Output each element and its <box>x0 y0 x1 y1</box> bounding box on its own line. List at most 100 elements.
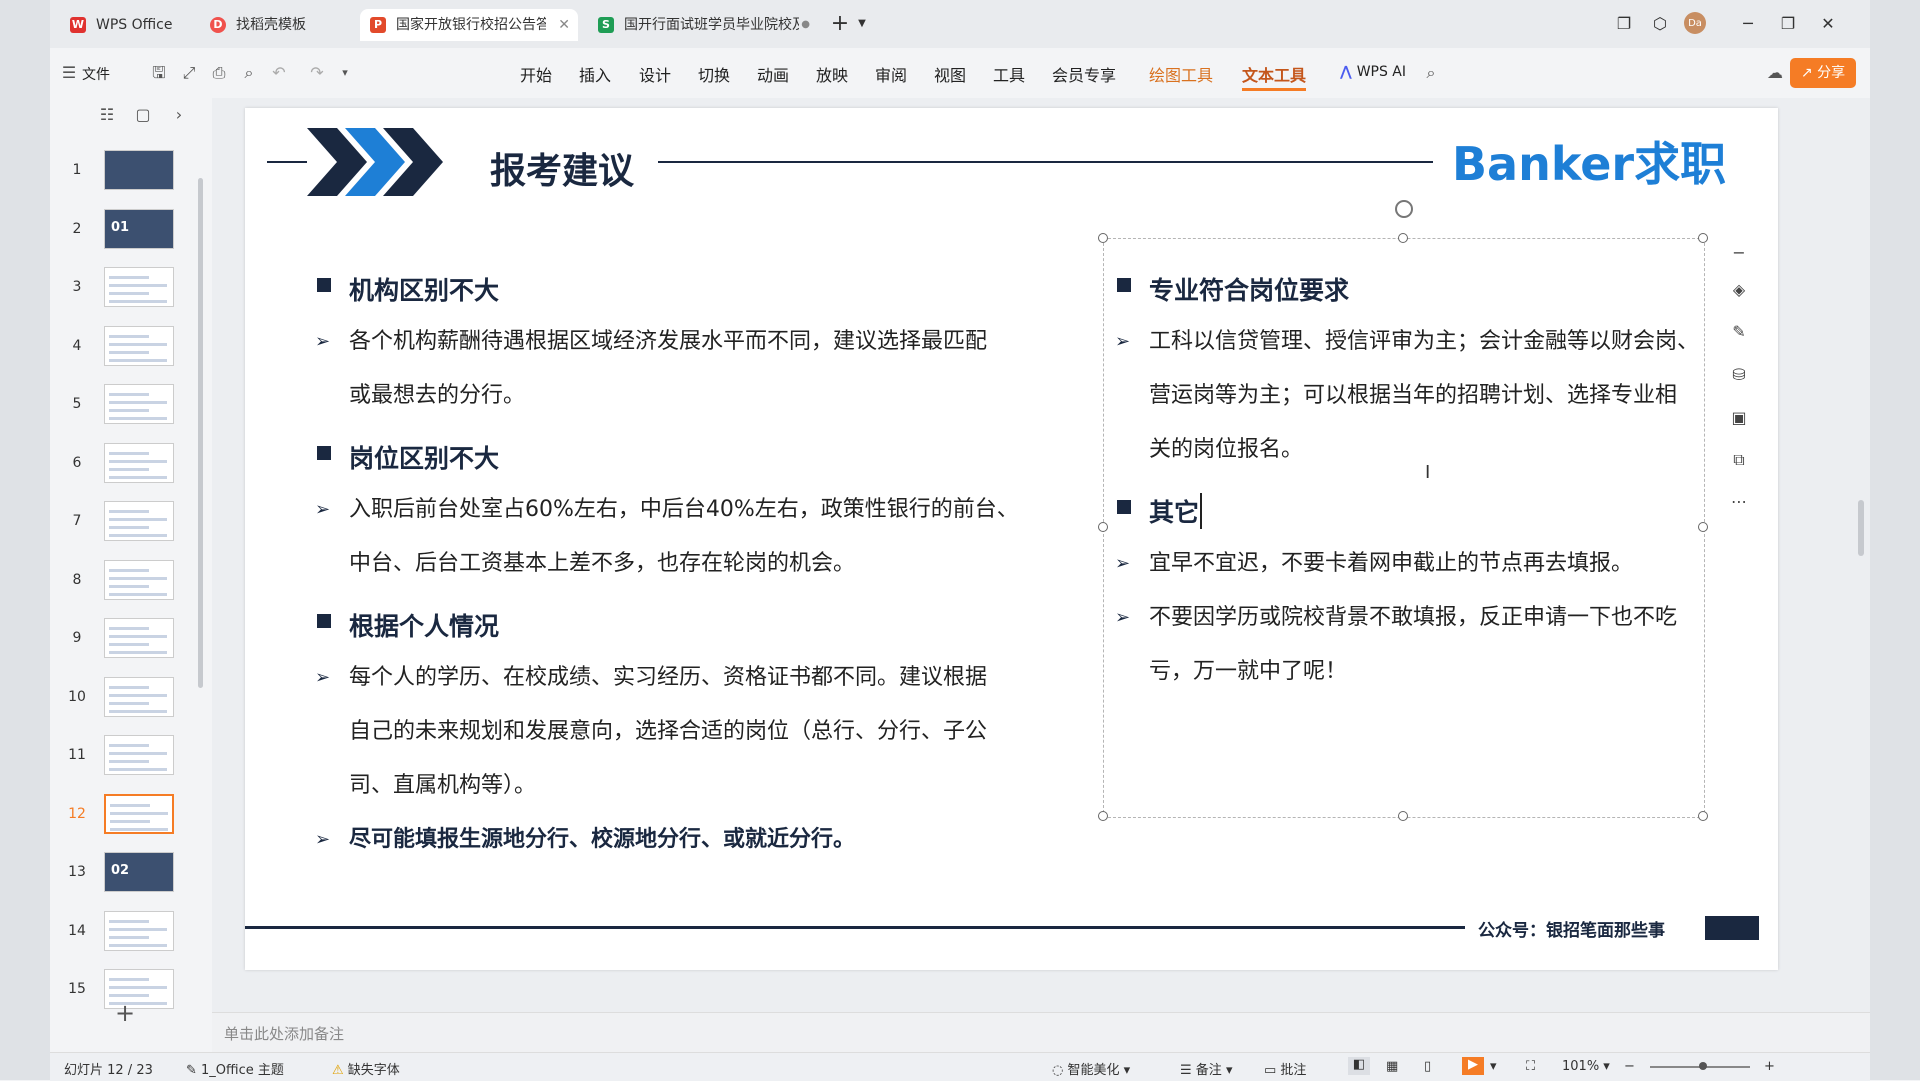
notes-toggle[interactable]: ☰ 备注 ▾ <box>1180 1059 1232 1078</box>
slide-thumbnail-row[interactable]: 7 <box>50 499 210 547</box>
slide-thumbnail-row[interactable]: 12 <box>50 792 210 840</box>
collapse-panel-chevron-icon[interactable]: › <box>168 104 190 126</box>
reading-view-icon[interactable]: ▯ <box>1424 1059 1431 1074</box>
cloud-sync-icon[interactable]: ☁ <box>1764 62 1786 84</box>
thumbnail-view-icon[interactable]: ▢ <box>132 104 154 126</box>
outline-view-icon[interactable]: ☷ <box>96 104 118 126</box>
slide-thumbnail[interactable] <box>104 618 174 658</box>
menu-view[interactable]: 视图 <box>934 62 966 86</box>
resize-handle[interactable] <box>1698 233 1708 243</box>
slide-thumbnail-row[interactable]: 13 02 <box>50 850 210 898</box>
slide-thumbnail[interactable] <box>104 501 174 541</box>
add-slide-icon[interactable]: + <box>114 1001 136 1025</box>
redo-icon[interactable]: ↷ <box>306 62 328 84</box>
slide-thumbnail[interactable] <box>104 267 174 307</box>
zoom-in-icon[interactable]: + <box>1764 1059 1775 1074</box>
slide-thumbnail-row[interactable]: 14 <box>50 909 210 957</box>
theme-indicator[interactable]: ✎ 1_Office 主题 <box>186 1059 284 1078</box>
play-slideshow-icon[interactable]: ▶ <box>1462 1057 1484 1075</box>
beautify-button[interactable]: ◌ 智能美化 ▾ <box>1052 1059 1130 1078</box>
close-tab-icon[interactable]: ✕ <box>558 9 570 41</box>
slide-thumbnail-row[interactable]: 8 <box>50 558 210 606</box>
menu-member[interactable]: 会员专享 <box>1052 62 1116 86</box>
slide-thumbnail[interactable] <box>104 910 174 951</box>
customize-chevron-icon[interactable]: ▾ <box>334 62 356 84</box>
slide-thumbnail[interactable] <box>104 735 174 775</box>
slide-thumbnail-row[interactable]: 1 <box>50 148 210 196</box>
resize-handle[interactable] <box>1698 811 1708 821</box>
slide-thumbnail[interactable] <box>104 676 174 717</box>
menu-text-tools[interactable]: 文本工具 <box>1242 62 1307 91</box>
menu-animation[interactable]: 动画 <box>757 62 789 86</box>
slide-thumbnail[interactable] <box>104 442 174 483</box>
more-icon[interactable]: ⋯ <box>1724 487 1754 517</box>
avatar[interactable]: Da <box>1684 12 1706 34</box>
pen-icon[interactable]: ✎ <box>1724 317 1754 347</box>
layers-icon[interactable]: ◈ <box>1724 275 1754 305</box>
window-layout-icon[interactable]: ❐ <box>1612 12 1636 36</box>
menu-review[interactable]: 审阅 <box>875 62 907 86</box>
missing-font-indicator[interactable]: ⚠ 缺失字体 <box>332 1059 400 1078</box>
print-icon[interactable]: ⎙ <box>208 62 230 84</box>
share-button[interactable]: ↗ 分享 <box>1790 58 1856 88</box>
slide-thumbnail-row[interactable]: 6 <box>50 441 210 489</box>
hamburger-menu-icon[interactable]: ☰ <box>58 62 80 84</box>
new-tab-icon[interactable]: + <box>828 12 852 36</box>
slide-thumbnail-row[interactable]: 5 <box>50 382 210 430</box>
tab-docer[interactable]: D 找稻壳模板 <box>200 9 350 41</box>
slide-thumbnail-row[interactable]: 10 <box>50 675 210 723</box>
slide-thumbnail-row[interactable]: 4 <box>50 324 210 372</box>
tab-list-chevron-icon[interactable]: ▼ <box>850 12 874 36</box>
thumbnail-scrollbar[interactable] <box>198 178 203 688</box>
tab-spreadsheet[interactable]: S 国开行面试班学员毕业院校及专业 ● <box>588 9 818 41</box>
notes-pane[interactable]: 单击此处添加备注 <box>212 1012 1870 1053</box>
comments-toggle[interactable]: ▭ 批注 <box>1264 1059 1306 1078</box>
print-preview-icon[interactable]: ⌕ <box>238 62 260 84</box>
slide-thumbnail[interactable] <box>104 325 174 366</box>
file-menu[interactable]: 文件 <box>82 64 110 84</box>
undo-icon[interactable]: ↶ <box>268 62 290 84</box>
rotate-handle-icon[interactable] <box>1395 200 1413 218</box>
fit-window-icon[interactable]: ⛶ <box>1526 1059 1535 1074</box>
save-icon[interactable]: 🖫 <box>148 62 170 84</box>
close-window-icon[interactable]: ✕ <box>1816 12 1840 36</box>
menu-transition[interactable]: 切换 <box>698 62 730 86</box>
resize-handle[interactable] <box>1398 233 1408 243</box>
zoom-out-icon[interactable]: − <box>1624 1059 1635 1074</box>
menu-slideshow[interactable]: 放映 <box>816 62 848 86</box>
arrange-icon[interactable]: ⧉ <box>1724 445 1754 475</box>
tab-presentation-active[interactable]: P 国家开放银行校招公告答疑（ ✕ <box>360 9 578 41</box>
fill-icon[interactable]: ⛁ <box>1724 360 1754 390</box>
slide-thumbnail[interactable] <box>104 793 174 834</box>
slide-thumbnail-row[interactable]: 11 <box>50 733 210 781</box>
collapse-icon[interactable]: − <box>1724 238 1754 268</box>
minimize-icon[interactable]: ─ <box>1736 12 1760 36</box>
menu-insert[interactable]: 插入 <box>579 62 611 86</box>
menu-drawing-tools[interactable]: 绘图工具 <box>1149 62 1213 86</box>
heading-other[interactable]: 其它 <box>1149 493 1203 529</box>
export-icon[interactable]: ⤢ <box>178 62 200 84</box>
resize-handle[interactable] <box>1098 233 1108 243</box>
search-icon[interactable]: ⌕ <box>1420 62 1442 84</box>
zoom-slider-thumb[interactable] <box>1699 1062 1707 1070</box>
slide-thumbnail[interactable] <box>104 384 174 424</box>
restore-icon[interactable]: ❐ <box>1776 12 1800 36</box>
cube-icon[interactable]: ⬡ <box>1648 12 1672 36</box>
slide-thumbnail[interactable]: 01 <box>104 208 174 249</box>
slide-thumbnail-row[interactable]: 9 <box>50 616 210 664</box>
slide-thumbnail[interactable] <box>104 150 174 190</box>
slide-thumbnail-row[interactable]: 3 <box>50 265 210 313</box>
menu-start[interactable]: 开始 <box>520 62 552 86</box>
normal-view-icon[interactable]: ◧ <box>1348 1057 1370 1075</box>
resize-handle[interactable] <box>1098 522 1108 532</box>
frame-icon[interactable]: ▣ <box>1724 403 1754 433</box>
resize-handle[interactable] <box>1698 522 1708 532</box>
sorter-view-icon[interactable]: ▦ <box>1386 1059 1398 1074</box>
resize-handle[interactable] <box>1398 811 1408 821</box>
slide-thumbnail[interactable]: 02 <box>104 852 174 892</box>
play-options-chevron-icon[interactable]: ▾ <box>1490 1059 1497 1074</box>
wps-ai-button[interactable]: ⋀ WPS AI <box>1340 64 1406 80</box>
slide-thumbnail[interactable] <box>104 559 174 600</box>
tab-wps-office[interactable]: W WPS Office <box>60 9 190 41</box>
resize-handle[interactable] <box>1098 811 1108 821</box>
